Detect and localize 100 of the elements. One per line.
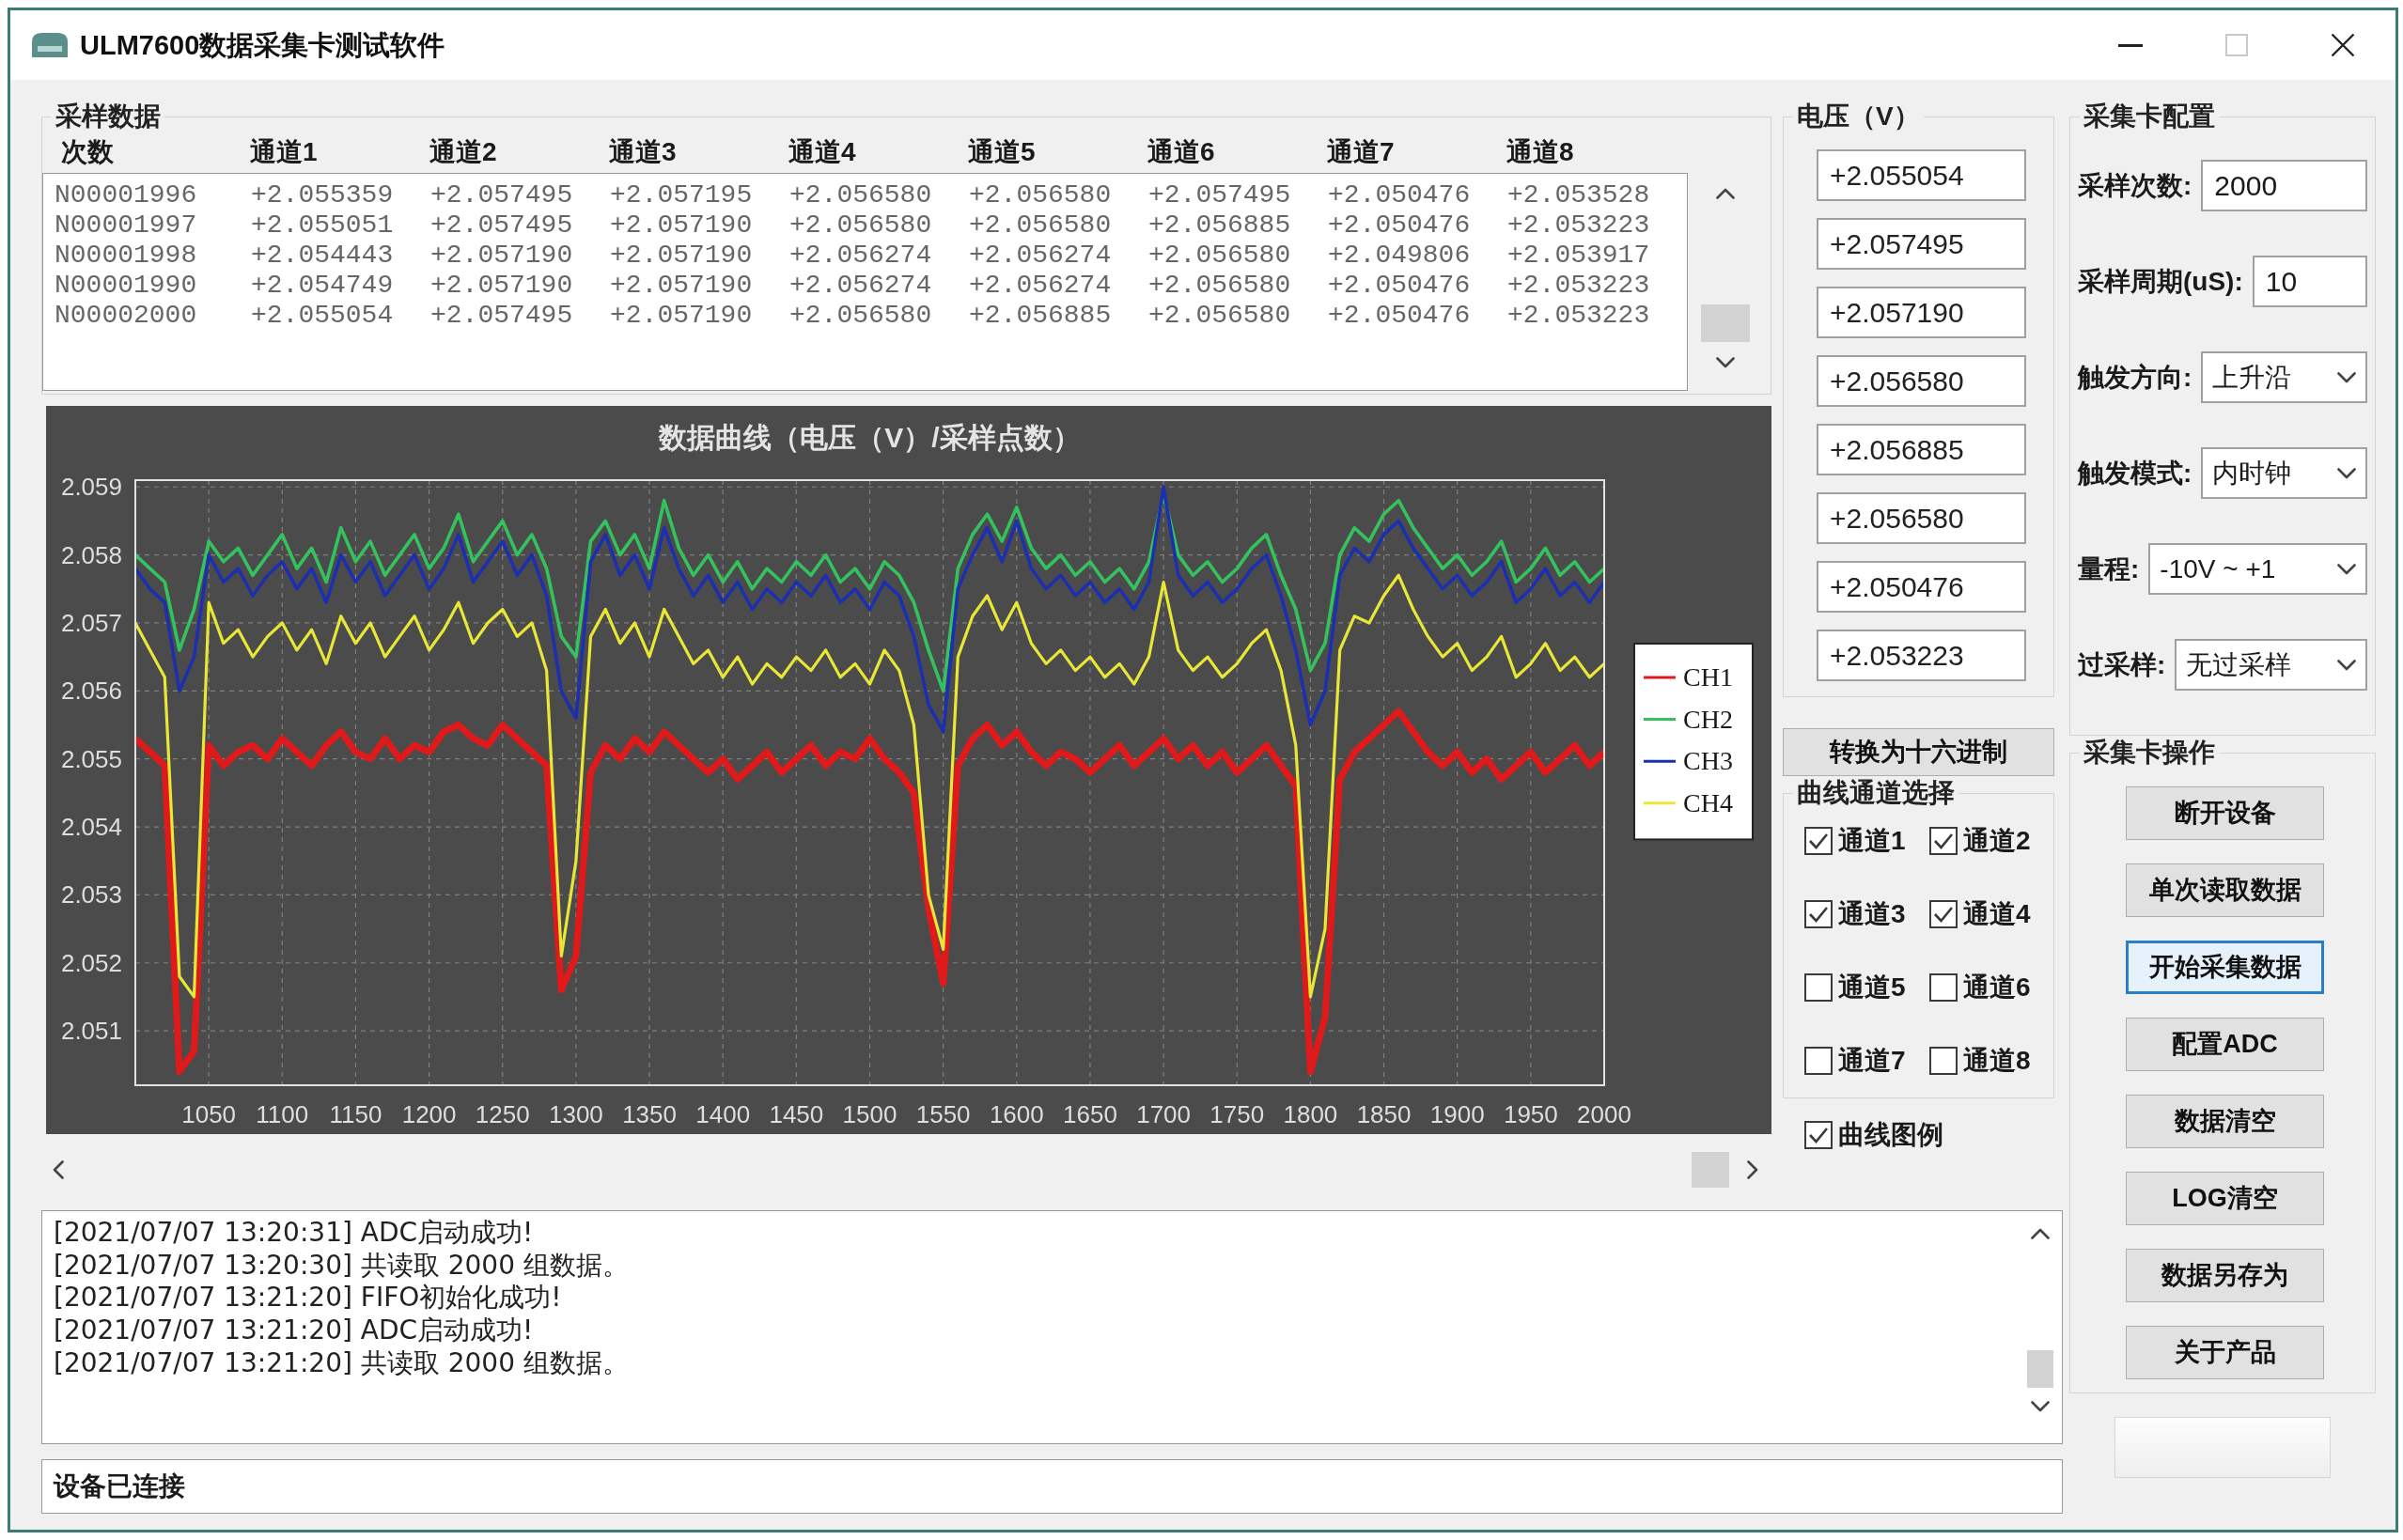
- table-cell: +2.057190: [610, 210, 753, 241]
- log-line: [2021/07/07 13:20:31] ADC启动成功!: [54, 1217, 535, 1250]
- table-cell: +2.053528: [1507, 180, 1650, 210]
- action-button[interactable]: 开始采集数据: [2126, 941, 2324, 994]
- scroll-up-icon[interactable]: [1716, 188, 1735, 199]
- axis-tick-label: 1950: [1503, 1100, 1558, 1128]
- checkbox[interactable]: [1804, 1121, 1833, 1149]
- voltage-field[interactable]: +2.057495: [1817, 218, 2026, 270]
- dropdown[interactable]: 上升沿: [2201, 351, 2367, 403]
- voltage-field[interactable]: +2.057190: [1817, 287, 2026, 338]
- table-cell: +2.054749: [251, 271, 394, 301]
- dropdown[interactable]: 无过采样: [2175, 639, 2367, 691]
- scroll-up-icon[interactable]: [2031, 1228, 2050, 1239]
- action-button[interactable]: 断开设备: [2126, 786, 2324, 840]
- axis-tick-label: 2000: [1577, 1100, 1631, 1128]
- axis-tick-label: 1750: [1209, 1100, 1265, 1128]
- axis-tick-label: 2.057: [60, 608, 122, 637]
- axis-tick-label: 2.054: [60, 813, 122, 842]
- dropdown[interactable]: 内时钟: [2201, 447, 2367, 499]
- table-cell: +2.053223: [1507, 301, 1650, 331]
- action-button[interactable]: 数据另存为: [2126, 1249, 2324, 1302]
- window-title: ULM7600数据采集卡测试软件: [80, 28, 445, 62]
- checkbox[interactable]: [1804, 827, 1833, 855]
- axis-tick-label: 1450: [769, 1100, 824, 1128]
- axis-tick-label: 2.058: [60, 540, 122, 569]
- table-cell: +2.057190: [430, 271, 573, 301]
- checkbox-label: 通道8: [1963, 1045, 2031, 1077]
- table-cell: +2.055051: [251, 210, 394, 241]
- voltage-field[interactable]: +2.056580: [1817, 492, 2026, 544]
- chevron-down-icon: [2337, 659, 2356, 671]
- field-label: 量程:: [2078, 552, 2140, 585]
- table-cell: +2.050476: [1328, 271, 1471, 301]
- axis-tick-label: 1600: [989, 1100, 1044, 1128]
- text-field[interactable]: 10: [2252, 256, 2367, 307]
- voltage-field[interactable]: +2.053223: [1817, 630, 2026, 681]
- table-cell: +2.056580: [789, 210, 932, 241]
- minimize-icon[interactable]: [2117, 43, 2143, 47]
- axis-tick-label: 1550: [915, 1100, 971, 1128]
- voltage-field[interactable]: +2.050476: [1817, 561, 2026, 613]
- chevron-down-icon: [2337, 467, 2356, 479]
- scroll-down-icon[interactable]: [1716, 357, 1735, 368]
- scrollbar-thumb[interactable]: [1692, 1152, 1729, 1188]
- table-cell: +2.056580: [969, 210, 1112, 241]
- voltage-field[interactable]: +2.055054: [1817, 149, 2026, 201]
- field-label: 触发模式:: [2078, 457, 2192, 490]
- table-cell: +2.054443: [251, 241, 394, 271]
- checkbox-label: 通道3: [1838, 898, 1906, 930]
- close-icon[interactable]: [2330, 33, 2355, 57]
- action-button[interactable]: LOG清空: [2126, 1172, 2324, 1225]
- voltage-field[interactable]: +2.056885: [1817, 424, 2026, 475]
- axis-tick-label: 1150: [329, 1100, 382, 1128]
- scroll-right-icon[interactable]: [1747, 1160, 1758, 1179]
- legend-label: CH2: [1683, 704, 1733, 734]
- table-cell: N00001990: [55, 271, 197, 301]
- table-cell: +2.053917: [1507, 241, 1650, 271]
- group-title: 电压（V）: [1796, 101, 1921, 132]
- table-cell: +2.050476: [1328, 301, 1471, 331]
- voltage-field[interactable]: +2.056580: [1817, 355, 2026, 407]
- axis-tick-label: 2.056: [60, 677, 122, 706]
- checkbox[interactable]: [1804, 973, 1833, 1002]
- group-title: 曲线通道选择: [1796, 777, 1956, 809]
- action-button[interactable]: 数据清空: [2126, 1095, 2324, 1148]
- column-header: 通道3: [609, 136, 677, 168]
- legend-label: CH3: [1683, 746, 1733, 776]
- checkbox[interactable]: [1929, 900, 1958, 928]
- table-cell: +2.057495: [430, 210, 573, 241]
- dropdown[interactable]: -10V ~ +1: [2148, 543, 2367, 595]
- checkbox[interactable]: [1929, 973, 1958, 1002]
- checkbox[interactable]: [1929, 1047, 1958, 1075]
- checkbox[interactable]: [1804, 900, 1833, 928]
- table-cell: +2.056580: [789, 180, 932, 210]
- axis-tick-label: 1700: [1136, 1100, 1191, 1128]
- table-cell: +2.056580: [969, 180, 1112, 210]
- text-field[interactable]: 2000: [2201, 160, 2367, 211]
- scroll-left-icon[interactable]: [53, 1160, 64, 1179]
- table-cell: N00001996: [55, 180, 197, 210]
- action-button[interactable]: 单次读取数据: [2126, 863, 2324, 917]
- status-bar: 设备已连接: [41, 1459, 2063, 1514]
- chevron-down-icon: [2337, 563, 2356, 575]
- axis-tick-label: 2.051: [60, 1017, 122, 1046]
- scroll-down-icon[interactable]: [2031, 1401, 2050, 1412]
- column-header: 通道6: [1147, 136, 1215, 168]
- column-header: 通道8: [1506, 136, 1574, 168]
- checkbox-label: 曲线图例: [1838, 1119, 1943, 1151]
- scrollbar-thumb[interactable]: [1701, 304, 1750, 342]
- table-cell: +2.056580: [789, 301, 932, 331]
- scrollbar-thumb[interactable]: [2027, 1350, 2053, 1388]
- action-button[interactable]: 关于产品: [2126, 1326, 2324, 1379]
- group-title: 采集卡操作: [2083, 737, 2216, 769]
- legend-label: CH1: [1683, 662, 1733, 692]
- checkbox[interactable]: [1929, 827, 1958, 855]
- checkbox[interactable]: [1804, 1047, 1833, 1075]
- table-cell: +2.056580: [1148, 301, 1291, 331]
- column-header: 通道2: [429, 136, 497, 168]
- action-button[interactable]: 配置ADC: [2126, 1018, 2324, 1071]
- convert-button[interactable]: 转换为十六进制: [1783, 728, 2054, 776]
- app-icon: [31, 32, 69, 58]
- axis-tick-label: 2.053: [60, 880, 122, 910]
- table-cell: +2.057190: [610, 301, 753, 331]
- table-cell: +2.057190: [610, 271, 753, 301]
